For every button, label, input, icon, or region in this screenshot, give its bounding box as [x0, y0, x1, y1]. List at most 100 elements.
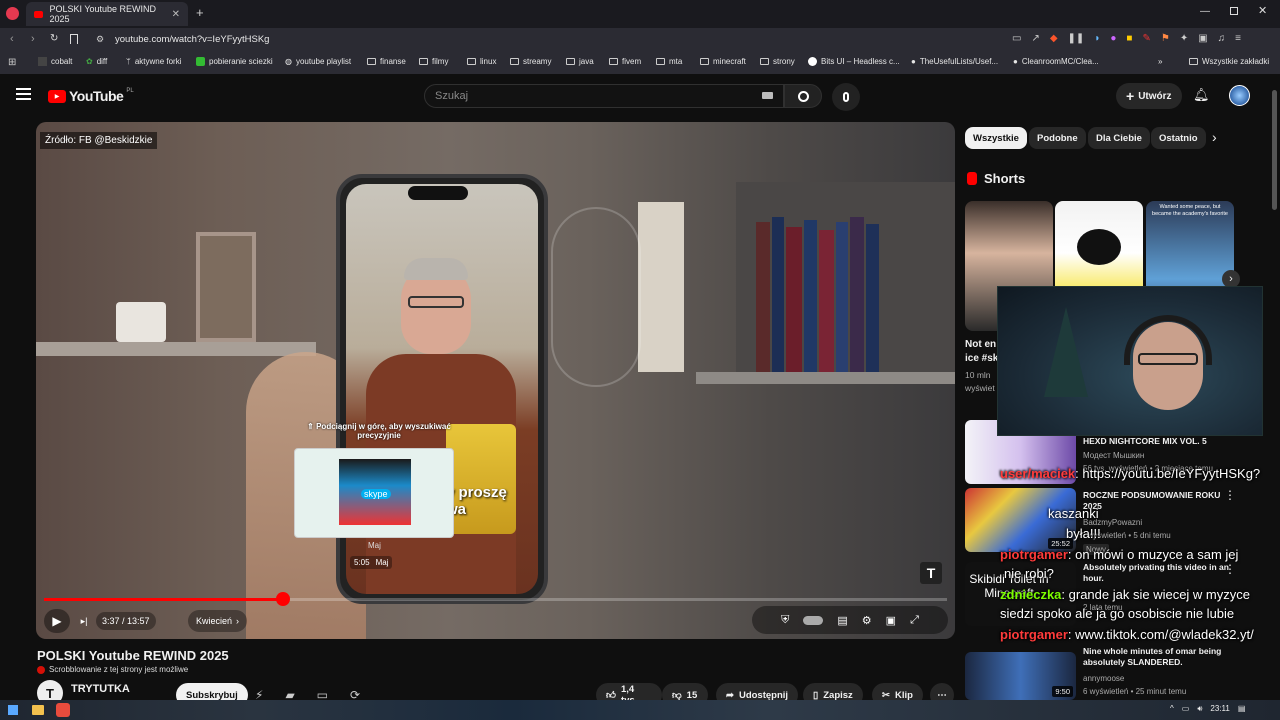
notification-icon[interactable]: ▤ [1238, 704, 1246, 714]
menu-icon[interactable]: ≡ [1235, 33, 1241, 44]
search-button[interactable] [784, 84, 822, 108]
clock[interactable]: 23:11 [1210, 704, 1229, 714]
swipe-hint: ⇑ Podciągnij w górę, aby wyszukiwać prec… [307, 422, 451, 440]
video-player[interactable]: y proszę wa Źródło: FB @Beskidzkie T ⇑ P… [36, 122, 955, 639]
settings-gear-icon[interactable]: ⚙ [862, 614, 872, 627]
voice-search-button[interactable] [832, 83, 860, 111]
chat-message: siedzi spoko ale ja go osobiscie nie lub… [1000, 606, 1235, 621]
create-button[interactable]: + Utwórz [1116, 83, 1182, 109]
video-duration: 9:50 [1052, 686, 1073, 697]
share-arrow-icon: ➦ [726, 689, 734, 701]
all-bookmarks[interactable]: Wszystkie zakładki [1189, 57, 1269, 66]
avatar[interactable] [1229, 85, 1250, 106]
extension-icon[interactable]: ◗ [1094, 33, 1100, 44]
bookmark-folder[interactable]: linux [467, 57, 496, 66]
browser-logo-icon[interactable] [6, 7, 19, 20]
extension-icon[interactable]: ✎ [1142, 33, 1150, 44]
chip-similar[interactable]: Podobne [1029, 127, 1086, 149]
pause-extension-icon[interactable]: ❚❚ [1068, 33, 1085, 44]
bookmark-item[interactable]: ◍ youtube playlist [285, 57, 351, 66]
url-field[interactable]: youtube.com/watch?v=IeYFyytHSKg [115, 34, 269, 45]
bookmark-item[interactable]: ✿ diff [86, 57, 107, 66]
bookmark-folder[interactable]: streamy [510, 57, 551, 66]
channel-name[interactable]: TRYTUTKA [71, 683, 130, 695]
share-icon[interactable]: ↗ [1031, 33, 1039, 44]
apps-icon[interactable]: ⊞ [8, 57, 16, 68]
recommended-title[interactable]: ROCZNE PODSUMOWANIE ROKU 2025 [1083, 490, 1233, 512]
bookmark-item[interactable]: ● TheUsefulLists/Usef... [911, 57, 998, 66]
start-icon[interactable] [8, 705, 18, 715]
chapter-button[interactable]: Kwiecień › [188, 610, 248, 632]
chevron-right-icon[interactable]: › [1212, 129, 1217, 145]
sidebar-icon[interactable]: ▣ [1198, 33, 1207, 44]
search-input[interactable]: Szukaj [424, 84, 784, 108]
fullscreen-icon[interactable]: ⤢ [910, 614, 919, 627]
phone-in-video: y proszę wa [336, 174, 548, 604]
recommended-title[interactable]: Nine whole minutes of omar being absolut… [1083, 646, 1233, 668]
cast-icon[interactable]: ▭ [1012, 33, 1021, 44]
recommended-channel[interactable]: annymoose [1083, 674, 1124, 683]
network-icon[interactable]: ▭ [1182, 704, 1190, 714]
scissors-icon: ✂ [882, 689, 890, 701]
play-button[interactable]: ▶ [44, 609, 70, 633]
minimize-button[interactable]: — [1200, 6, 1210, 17]
bookmark-folder[interactable]: filmy [419, 57, 448, 66]
folder-icon [656, 58, 665, 65]
browser-tab[interactable]: POLSKI Youtube REWIND 2025 ✕ [26, 2, 188, 26]
sponsorblock-icon[interactable]: ⛨ [781, 614, 789, 627]
extensions-toolbar: ▭ ↗ ◆ ❚❚ ◗ ● ■ ✎ ⚑ ✦ ▣ ♫ ≡ [1012, 33, 1241, 44]
youtube-logo[interactable]: ▶ YouTube PL [48, 88, 134, 104]
bookmark-folder[interactable]: mta [656, 57, 682, 66]
autoplay-toggle-icon[interactable] [803, 615, 824, 625]
chip-all[interactable]: Wszystkie [965, 127, 1027, 149]
browser-taskbar-icon[interactable] [56, 703, 70, 717]
new-tab-button[interactable]: + [196, 5, 204, 20]
volume-icon[interactable]: 🔊︎ [1197, 704, 1202, 714]
tab-close-icon[interactable]: ✕ [172, 9, 180, 20]
next-button[interactable]: ▸| [74, 609, 94, 633]
chevron-up-icon[interactable]: ^ [1170, 704, 1174, 714]
subtitles-icon[interactable]: ▤ [837, 614, 847, 627]
back-icon[interactable]: ‹ [10, 33, 14, 45]
recommended-title[interactable]: HEXD NIGHTCORE MIX VOL. 5 [1083, 436, 1233, 447]
bookmark-item[interactable]: cobalt [38, 57, 72, 66]
bookmark-folder[interactable]: fivem [609, 57, 641, 66]
recommended-thumbnail[interactable]: 9:50 [965, 652, 1076, 700]
restore-button[interactable] [1230, 7, 1238, 15]
forward-icon[interactable]: › [31, 33, 35, 45]
github-icon: ● [911, 57, 916, 66]
bookmark-item[interactable]: ᛘ aktywne forki [126, 57, 182, 66]
plant-pot [116, 302, 166, 342]
bookmark-folder[interactable]: minecraft [700, 57, 746, 66]
bookmark-item[interactable]: Bits UI – Headless c... [808, 57, 900, 66]
bookmark-icon[interactable] [70, 34, 78, 44]
more-options-icon[interactable]: ⋮ [1224, 562, 1236, 576]
hamburger-menu-icon[interactable] [16, 88, 31, 100]
recommended-title[interactable]: Absolutely privating this video in an ho… [1083, 562, 1233, 584]
extension-icon[interactable]: ⚑ [1161, 33, 1170, 44]
puzzle-icon[interactable]: ✦ [1180, 33, 1188, 44]
bookmark-folder[interactable]: strony [760, 57, 795, 66]
page-scrollbar[interactable] [1272, 90, 1277, 210]
recommended-channel[interactable]: Модест Мышкин [1083, 451, 1144, 460]
extension-badge-icon[interactable]: ● [1110, 33, 1116, 44]
bookmark-item[interactable]: pobieranie sciezki [196, 57, 273, 66]
bookmark-item[interactable]: ● CleanroomMC/Clea... [1013, 57, 1099, 66]
keyboard-icon[interactable] [762, 92, 773, 99]
more-bookmarks-button[interactable]: » [1158, 57, 1162, 66]
chip-for-you[interactable]: Dla Ciebie [1088, 127, 1150, 149]
extension-icon[interactable]: ■ [1126, 33, 1132, 44]
notifications-bell-icon[interactable]: 🔔︎ [1193, 87, 1210, 103]
bookmark-folder[interactable]: finanse [367, 57, 406, 66]
close-window-button[interactable]: ✕ [1258, 4, 1267, 17]
miniplayer-icon[interactable]: ▣ [886, 614, 896, 627]
bookmark-folder[interactable]: java [566, 57, 594, 66]
media-icon[interactable]: ♫ [1218, 33, 1226, 44]
site-info-icon[interactable]: ⚙ [96, 34, 104, 45]
chip-recent[interactable]: Ostatnio [1151, 127, 1206, 149]
shield-extension-icon[interactable]: ◆ [1050, 33, 1058, 44]
more-options-icon[interactable]: ⋮ [1224, 488, 1236, 502]
file-explorer-icon[interactable] [32, 705, 44, 715]
reload-icon[interactable]: ↻ [50, 33, 58, 44]
globe-icon: ◍ [285, 57, 292, 66]
